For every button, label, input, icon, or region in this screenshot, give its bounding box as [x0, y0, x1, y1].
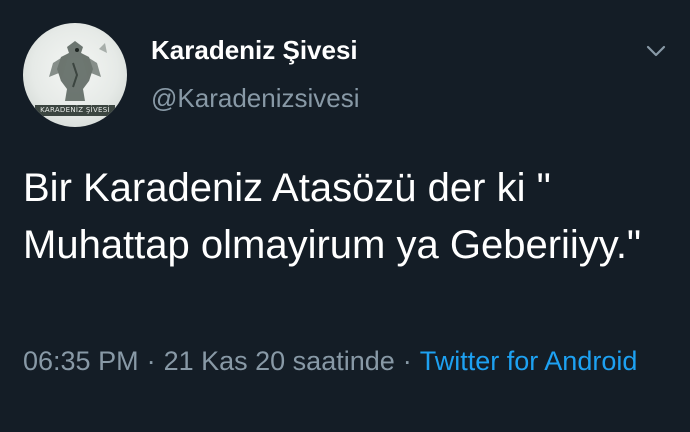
avatar[interactable]: KARADENİZ ŞİVESİ [23, 23, 127, 127]
tweet-relative-time: 21 Kas 20 saatinde [163, 346, 395, 376]
tweet-text: Bir Karadeniz Atasözü der ki " Muhattap … [23, 166, 642, 267]
tweet-source-link[interactable]: Twitter for Android [420, 346, 638, 376]
chevron-down-icon[interactable] [642, 40, 670, 62]
avatar-label: KARADENİZ ŞİVESİ [35, 105, 115, 116]
tweet-time[interactable]: 06:35 PM [23, 346, 139, 376]
meta-separator: · [146, 346, 156, 376]
tweet-meta: 06:35 PM · 21 Kas 20 saatinde · Twitter for … [23, 340, 663, 382]
tweet-card: KARADENİZ ŞİVESİ Karadeniz Şivesi @Karad… [0, 0, 690, 432]
meta-separator: · [402, 346, 412, 376]
display-name[interactable]: Karadeniz Şivesi [151, 35, 358, 66]
handle[interactable]: @Karadenizsivesi [151, 83, 359, 114]
